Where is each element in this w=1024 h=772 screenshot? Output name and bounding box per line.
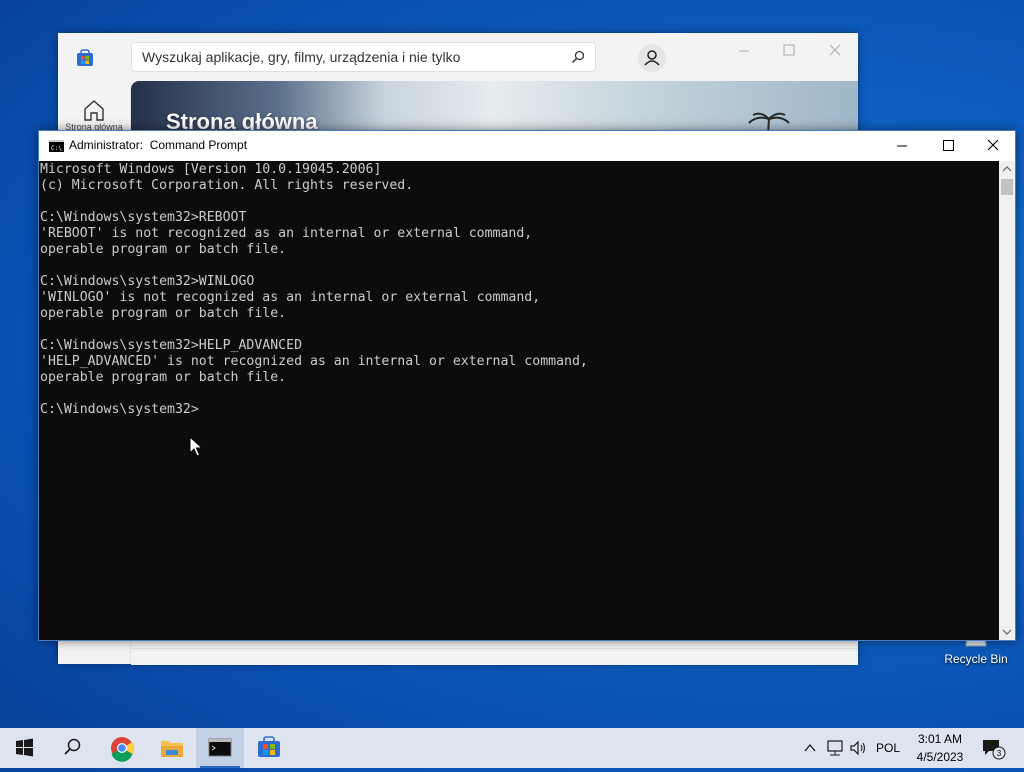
- cmd-minimize-button[interactable]: [879, 131, 925, 161]
- store-search-input[interactable]: [142, 43, 562, 71]
- taskbar-chrome[interactable]: [98, 728, 146, 768]
- notification-icon: 3: [983, 740, 1006, 760]
- chrome-icon: [111, 737, 135, 762]
- taskbar: POL 3:01 AM 4/5/2023 3: [0, 728, 1024, 768]
- taskbar-microsoft-store[interactable]: [245, 728, 293, 768]
- taskbar-command-prompt[interactable]: [196, 728, 244, 768]
- cmd-console-output[interactable]: Microsoft Windows [Version 10.0.19045.20…: [39, 161, 999, 640]
- user-icon: [644, 50, 660, 66]
- scroll-down-arrow-icon[interactable]: [999, 624, 1015, 640]
- scrollbar-thumb[interactable]: [1001, 179, 1013, 195]
- cmd-titlebar[interactable]: C:\ Administrator: Command Prompt: [39, 131, 1015, 161]
- taskbar-file-explorer[interactable]: [148, 728, 196, 768]
- close-icon: [987, 139, 999, 151]
- console-line: C:\Windows\system32>REBOOT: [40, 210, 247, 225]
- console-line: 'WINLOGO' is not recognized as an intern…: [40, 290, 541, 305]
- store-content-area: [131, 648, 858, 665]
- start-button[interactable]: [0, 728, 48, 768]
- search-icon: [64, 738, 81, 755]
- cmd-scrollbar[interactable]: [999, 161, 1015, 640]
- store-maximize-button[interactable]: [777, 41, 801, 59]
- minimize-icon: [739, 50, 749, 52]
- cmd-window-title: Administrator: Command Prompt: [69, 138, 248, 152]
- scroll-up-arrow-icon[interactable]: [999, 161, 1015, 177]
- close-icon: [829, 44, 841, 56]
- start-icon: [16, 738, 33, 757]
- network-icon[interactable]: [825, 738, 845, 758]
- volume-icon[interactable]: [848, 738, 868, 758]
- microsoft-store-icon: [258, 736, 280, 757]
- store-minimize-button[interactable]: [732, 41, 756, 59]
- console-line: Microsoft Windows [Version 10.0.19045.20…: [40, 162, 382, 177]
- action-center-button[interactable]: 3: [980, 736, 1006, 760]
- recycle-bin-label: Recycle Bin: [944, 652, 1008, 666]
- maximize-icon: [783, 44, 795, 56]
- file-explorer-icon: [161, 741, 183, 757]
- mouse-cursor-icon: [189, 436, 203, 457]
- store-hero-banner: Strona główna: [131, 81, 858, 133]
- command-prompt-icon: C:\: [49, 140, 64, 152]
- cmd-close-button[interactable]: [970, 131, 1016, 161]
- svg-text:C:\: C:\: [51, 145, 62, 152]
- maximize-icon: [943, 140, 954, 151]
- command-prompt-window[interactable]: C:\ Administrator: Command Prompt Micros…: [38, 130, 1016, 641]
- notification-count-badge: 3: [997, 749, 1002, 758]
- console-line: operable program or batch file.: [40, 370, 287, 385]
- console-line: (c) Microsoft Corporation. All rights re…: [40, 178, 414, 193]
- console-line: operable program or batch file.: [40, 242, 287, 257]
- clock-time: 3:01 AM: [917, 732, 963, 746]
- console-line: C:\Windows\system32>WINLOGO: [40, 274, 255, 289]
- console-line: 'REBOOT' is not recognized as an interna…: [40, 226, 533, 241]
- command-prompt-icon: [208, 738, 232, 757]
- taskbar-search-button[interactable]: [48, 728, 96, 768]
- input-language-indicator[interactable]: POL: [876, 741, 900, 755]
- console-line: 'HELP_ADVANCED' is not recognized as an …: [40, 354, 588, 369]
- console-line: C:\Windows\system32>HELP_ADVANCED: [40, 338, 303, 353]
- clock-date: 4/5/2023: [916, 750, 964, 764]
- store-search-box[interactable]: [131, 42, 596, 72]
- search-icon[interactable]: [571, 50, 585, 64]
- account-button[interactable]: [638, 44, 666, 72]
- console-line: operable program or batch file.: [40, 306, 287, 321]
- chevron-up-icon[interactable]: [802, 740, 818, 756]
- console-prompt-line[interactable]: C:\Windows\system32>: [40, 402, 199, 418]
- store-close-button[interactable]: [823, 41, 847, 59]
- taskbar-clock[interactable]: 3:01 AM 4/5/2023: [912, 730, 968, 766]
- store-logo-icon: [77, 49, 93, 66]
- cmd-maximize-button[interactable]: [925, 131, 971, 161]
- minimize-icon: [897, 145, 907, 147]
